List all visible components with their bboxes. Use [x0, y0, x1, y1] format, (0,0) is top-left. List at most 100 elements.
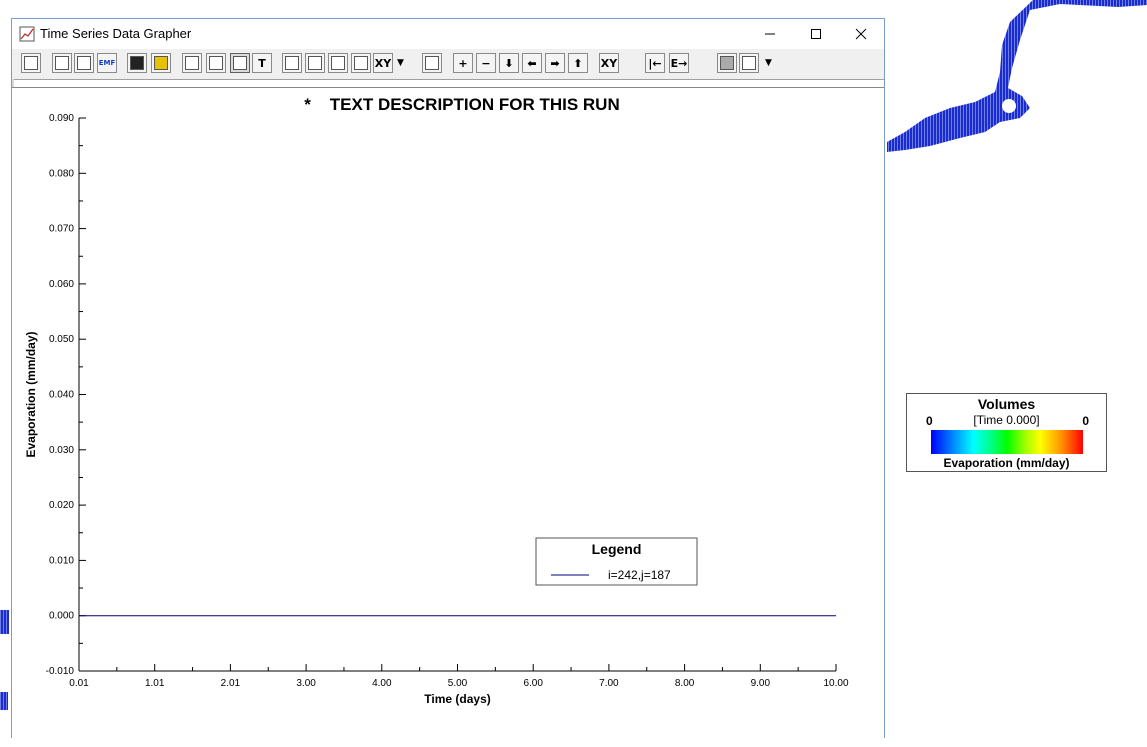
y-tick-label: 0.040 [49, 390, 74, 401]
x-tick-label: 3.00 [296, 678, 316, 689]
copy-button[interactable] [52, 53, 72, 73]
x-axis-icon [308, 56, 322, 70]
x-tick-label: 8.00 [675, 678, 695, 689]
title-bar[interactable]: Time Series Data Grapher [12, 19, 884, 49]
close-button[interactable] [838, 19, 884, 49]
camera-button[interactable] [206, 53, 226, 73]
y-tick-label: 0.070 [49, 224, 74, 235]
y-tick-label: 0.050 [49, 334, 74, 345]
minimize-icon [765, 33, 775, 35]
arrow-up-button[interactable]: ⬆ [568, 53, 588, 73]
x-tick-label: 7.00 [599, 678, 619, 689]
legend-icon [425, 56, 439, 70]
x-tick-label: 5.00 [448, 678, 468, 689]
color-icon [742, 56, 756, 70]
y-tick-label: 0.020 [49, 500, 74, 511]
chart-style-icon [233, 56, 247, 70]
legend-button[interactable] [422, 53, 442, 73]
volumes-legend-max: 0 [1082, 414, 1089, 428]
xy-dropdown-icon: XY [374, 56, 392, 70]
save-icon [130, 56, 144, 70]
y-tick-label: 0.010 [49, 555, 74, 566]
zoom-out-button[interactable]: − [476, 53, 496, 73]
plot-settings-button[interactable] [282, 53, 302, 73]
y-tick-label: 0.000 [49, 611, 74, 622]
y-axis-alt-icon [354, 56, 368, 70]
end-button[interactable]: E→ [669, 53, 689, 73]
y-axis-icon [331, 56, 345, 70]
plot-settings-icon [285, 56, 299, 70]
arrow-right-icon: ➡ [550, 56, 560, 70]
text-icon: T [258, 56, 266, 70]
start-button[interactable]: |← [645, 53, 665, 73]
open-folder-icon [154, 56, 168, 70]
y-tick-label: -0.010 [46, 666, 75, 677]
xy-dropdown-button[interactable]: XY [373, 53, 393, 73]
disabled-button[interactable] [717, 53, 737, 73]
print-icon [77, 56, 91, 70]
y-tick-label: 0.080 [49, 168, 74, 179]
arrow-up-icon: ⬆ [573, 56, 583, 70]
arrow-down-button[interactable]: ⬇ [499, 53, 519, 73]
dropdown-arrow-button[interactable]: ▼ [394, 53, 407, 73]
end-icon: E→ [670, 56, 688, 70]
x-tick-label: 4.00 [372, 678, 392, 689]
color-scale-bar [931, 430, 1083, 454]
grapher-app-icon [19, 26, 35, 42]
y-axis-button[interactable] [328, 53, 348, 73]
arrow-right-button[interactable]: ➡ [545, 53, 565, 73]
zoom-in-button[interactable]: + [453, 53, 473, 73]
y-tick-label: 0.090 [49, 113, 74, 124]
plot-area[interactable]: * TEXT DESCRIPTION FOR THIS RUN -0.010 0.0… [12, 87, 884, 738]
y-tick-label: 0.030 [49, 445, 74, 456]
chart-title: * TEXT DESCRIPTION FOR THIS RUN [304, 95, 619, 114]
volumes-legend-min: 0 [926, 414, 933, 428]
emf-export-icon: EMF [98, 59, 116, 67]
grid-icon [185, 56, 199, 70]
grid-button[interactable] [182, 53, 202, 73]
chevron-down-icon: ▼ [765, 58, 772, 68]
minimize-button[interactable] [747, 19, 793, 49]
volumes-legend: Volumes [Time 0.000] 0 0 Evaporation (mm… [906, 393, 1107, 472]
chevron-down-icon: ▼ [397, 58, 404, 68]
grapher-window[interactable]: Time Series Data Grapher EMF T XY ▼ + − ⬇ ⬅ ➡ ⬆ XY… [11, 18, 885, 738]
close-icon [855, 28, 867, 40]
x-tick-label: 1.01 [145, 678, 165, 689]
maximize-icon [811, 29, 821, 39]
legend-entry: i=242,j=187 [608, 568, 671, 582]
disabled-icon [720, 56, 734, 70]
map-edge-fragment [0, 692, 8, 710]
y-axis-alt-button[interactable] [351, 53, 371, 73]
start-icon: |← [648, 56, 662, 70]
save-button[interactable] [127, 53, 147, 73]
volumes-legend-time: [Time 0.000] [973, 413, 1040, 427]
x-axis-label: Time (days) [424, 692, 490, 706]
chart-style-button[interactable] [230, 53, 250, 73]
open-folder-button[interactable] [151, 53, 171, 73]
exit-icon [24, 56, 38, 70]
color-button[interactable] [739, 53, 759, 73]
x-tick-label: 6.00 [523, 678, 543, 689]
x-tick-label: 10.00 [823, 678, 848, 689]
map-edge-fragment [0, 610, 9, 634]
x-tick-label: 0.01 [69, 678, 89, 689]
print-button[interactable] [74, 53, 94, 73]
evaporation-chart: * TEXT DESCRIPTION FOR THIS RUN-0.0100.0… [24, 95, 849, 706]
text-button[interactable]: T [252, 53, 272, 73]
dropdown-arrow-button[interactable]: ▼ [762, 53, 775, 73]
zoom-out-icon: − [481, 56, 491, 70]
y-tick-label: 0.060 [49, 279, 74, 290]
camera-icon [209, 56, 223, 70]
maximize-button[interactable] [793, 19, 839, 49]
toolbar: EMF T XY ▼ + − ⬇ ⬅ ➡ ⬆ XY |← E→ ▼ [12, 49, 884, 80]
arrow-left-button[interactable]: ⬅ [522, 53, 542, 73]
volumes-legend-variable: Evaporation (mm/day) [943, 456, 1070, 470]
river-segment [887, 0, 1147, 152]
volumes-legend-title: Volumes [977, 396, 1036, 412]
legend-title: Legend [592, 541, 642, 557]
x-axis-button[interactable] [305, 53, 325, 73]
emf-export-button[interactable]: EMF [97, 53, 117, 73]
exit-button[interactable] [21, 53, 41, 73]
window-title: Time Series Data Grapher [40, 26, 192, 41]
xy-scale-button[interactable]: XY [599, 53, 619, 73]
